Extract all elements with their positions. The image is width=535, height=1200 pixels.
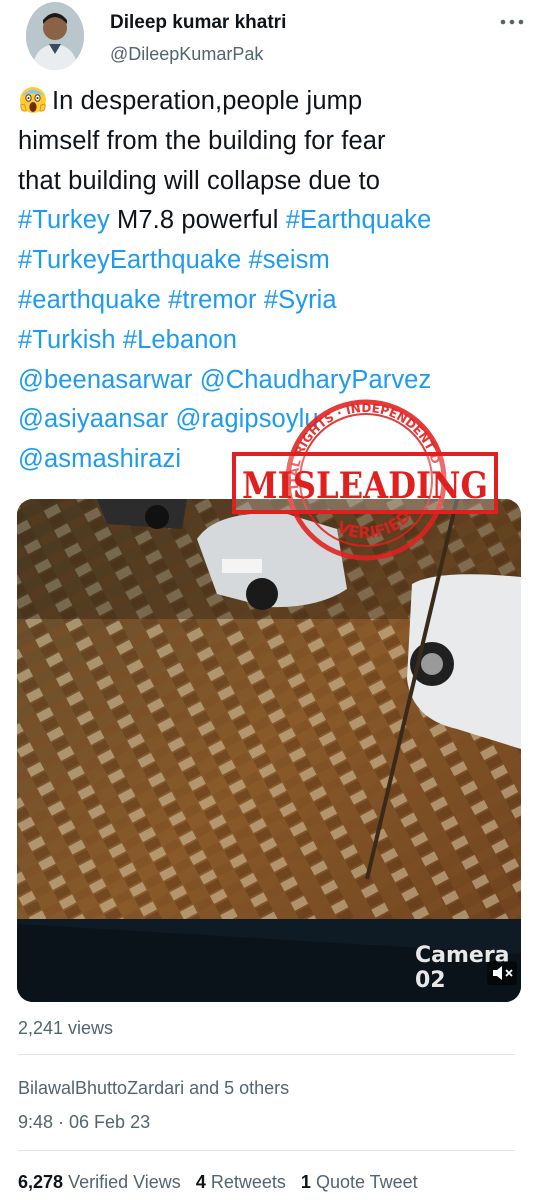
hashtag-link[interactable]: #Turkey <box>18 206 110 234</box>
hashtag-link[interactable]: #seism <box>248 246 329 274</box>
engagement-stats: 6,278 Verified Views 4 Retweets 1 Quote … <box>18 1172 418 1193</box>
hashtag-link[interactable]: #tremor <box>168 286 257 314</box>
tweet-video[interactable]: Camera 02 <box>17 499 521 1002</box>
hashtag-link[interactable]: #Lebanon <box>123 326 237 354</box>
video-frame-image <box>17 499 521 1002</box>
hashtag-link[interactable]: #Syria <box>264 286 337 314</box>
verified-views-count: 6,278 <box>18 1172 64 1192</box>
tweet-line: @asiyaansar @ragipsoylu <box>18 400 528 440</box>
tweet-line: In desperation,people jump <box>18 82 528 122</box>
author-name[interactable]: Dileep kumar khatri <box>110 12 286 34</box>
retweets-count: 4 <box>195 1172 206 1192</box>
mention-link[interactable]: @asiyaansar <box>18 405 168 433</box>
tweet-line: #Turkish #Lebanon <box>18 321 528 361</box>
tweet-header: Dileep kumar khatri @DileepKumarPak <box>0 0 535 80</box>
quote-tweets-count: 1 <box>300 1172 311 1192</box>
tweet-line: #Turkey M7.8 powerful #Earthquake <box>18 201 528 241</box>
mention-link[interactable]: @ChaudharyParvez <box>200 366 432 394</box>
tweet-line: #earthquake #tremor #Syria <box>18 281 528 321</box>
hashtag-link[interactable]: #TurkeyEarthquake <box>18 246 241 274</box>
tweet-text-segment: that building will collapse due to <box>18 166 381 195</box>
divider <box>18 1054 515 1055</box>
quote-tweets-stat[interactable]: 1 Quote Tweet <box>301 1172 418 1192</box>
tweet-line: @asmashirazi <box>18 440 528 480</box>
tweet-text-segment: M7.8 powerful <box>109 206 286 235</box>
view-count: 2,241 views <box>18 1018 114 1038</box>
tweet-timestamp[interactable]: 9:48 · 06 Feb 23 <box>18 1112 150 1133</box>
hashtag-link[interactable]: #Earthquake <box>286 206 432 234</box>
tweet-text-segment: himself from the building for fear <box>18 126 386 155</box>
tweet-line: himself from the building for fear <box>18 122 528 162</box>
quote-tweets-label: Quote Tweet <box>315 1172 418 1192</box>
divider <box>18 1150 515 1151</box>
retweets-label: Retweets <box>210 1172 286 1192</box>
hashtag-link[interactable]: #earthquake <box>18 286 161 314</box>
verified-views-stat[interactable]: 6,278 Verified Views <box>18 1172 181 1192</box>
tweet-line: that building will collapse due to <box>18 162 528 202</box>
liked-by-line[interactable]: BilawalBhuttoZardari and 5 others <box>18 1078 289 1099</box>
tweet-text-segment: In desperation,people jump <box>52 87 363 115</box>
mention-link[interactable]: @ragipsoylu <box>176 405 319 433</box>
mention-link[interactable]: @asmashirazi <box>18 445 181 473</box>
author-handle[interactable]: @DileepKumarPak <box>110 44 263 65</box>
tweet-line: @beenasarwar @ChaudharyParvez <box>18 361 528 401</box>
verified-views-label: Verified Views <box>68 1172 181 1192</box>
hashtag-link[interactable]: #Turkish <box>18 326 116 354</box>
retweets-stat[interactable]: 4 Retweets <box>196 1172 286 1192</box>
mute-icon[interactable] <box>487 961 517 985</box>
mention-link[interactable]: @beenasarwar <box>18 366 193 394</box>
tweet-text: In desperation,people jump himself from … <box>18 82 528 480</box>
avatar[interactable] <box>26 2 84 70</box>
screaming-face-emoji-icon <box>18 85 48 115</box>
tweet-line: #TurkeyEarthquake #seism <box>18 241 528 281</box>
more-options-icon[interactable] <box>498 12 526 32</box>
